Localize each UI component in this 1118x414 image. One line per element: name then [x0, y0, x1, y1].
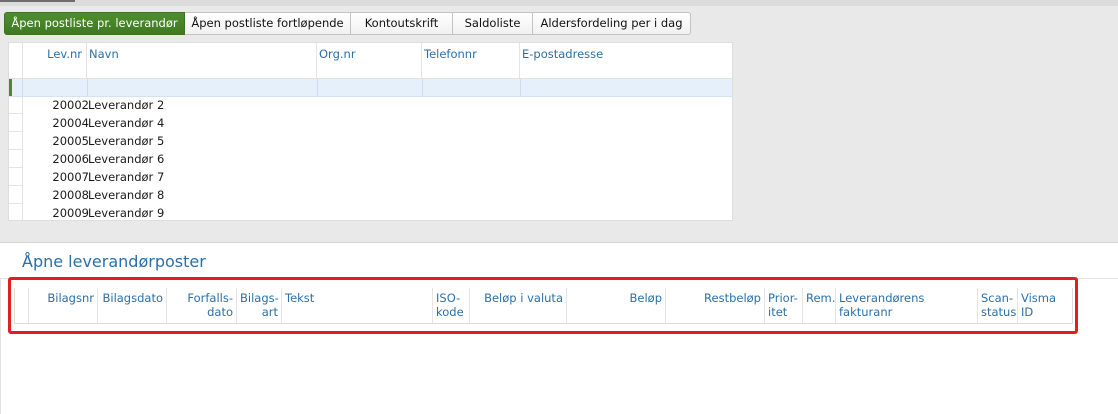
tab-open-postlist-sequential[interactable]: Åpen postliste fortløpende — [185, 12, 351, 35]
col-header-lev-fakturanr[interactable]: Leverandørens fakturanr — [836, 288, 978, 323]
cell-navn: Leverandør 9 — [88, 206, 165, 220]
row-indicator — [9, 132, 22, 150]
filter-divider — [87, 79, 88, 96]
table-row[interactable]: 20005 Leverandør 5 — [9, 132, 732, 150]
col-header-bilagsdato[interactable]: Bilagsdato — [98, 288, 167, 323]
row-indicator — [9, 114, 22, 132]
cell-levnr: 20007 — [52, 170, 89, 184]
filter-divider — [422, 79, 423, 96]
row-indicator — [9, 150, 22, 168]
col-header-bilagsnr[interactable]: Bilagsnr — [29, 288, 98, 323]
col-header-telefonnr[interactable]: Telefonnr — [422, 43, 520, 78]
panel-left-border — [0, 279, 1, 414]
supplier-grid-header: Lev.nr Navn Org.nr Telefonnr E-postadres… — [9, 43, 732, 79]
cell-levnr: 20002 — [52, 98, 89, 112]
tab-aging-today[interactable]: Aldersfordeling per i dag — [533, 12, 691, 35]
filter-divider — [520, 79, 521, 96]
cell-levnr: 20005 — [52, 134, 89, 148]
row-indicator — [9, 204, 22, 220]
cell-navn: Leverandør 6 — [88, 152, 165, 166]
col-header-epost[interactable]: E-postadresse — [520, 43, 732, 78]
supplier-entries-panel: Åpne leverandørposter Bilagsnr Bilagsdat… — [0, 242, 1118, 414]
cell-levnr: 20009 — [52, 206, 89, 220]
report-tabs: Åpen postliste pr. leverandør Åpen postl… — [4, 12, 691, 35]
cell-navn: Leverandør 4 — [88, 116, 165, 130]
table-row[interactable]: 20008 Leverandør 8 — [9, 186, 732, 204]
entries-grid-header: Bilagsnr Bilagsdato Forfalls- dato Bilag… — [14, 288, 1073, 324]
col-header-restbelop[interactable]: Restbeløp — [666, 288, 765, 323]
cell-navn: Leverandør 5 — [88, 134, 165, 148]
window-top-strip — [0, 0, 1118, 6]
table-row[interactable]: 20002 Leverandør 2 — [9, 96, 732, 114]
cell-navn: Leverandør 8 — [88, 188, 165, 202]
cell-levnr: 20006 — [52, 152, 89, 166]
col-header-indicator — [15, 288, 29, 323]
tab-open-postlist-per-supplier[interactable]: Åpen postliste pr. leverandør — [4, 12, 185, 35]
col-header-tekst[interactable]: Tekst — [282, 288, 433, 323]
row-indicator — [9, 168, 22, 186]
supplier-grid: Lev.nr Navn Org.nr Telefonnr E-postadres… — [8, 42, 733, 221]
cell-levnr: 20008 — [52, 188, 89, 202]
col-header-orgnr[interactable]: Org.nr — [317, 43, 422, 78]
col-header-visma-id[interactable]: Visma ID — [1018, 288, 1072, 323]
top-strip-indicator — [0, 0, 75, 2]
tab-account-statement[interactable]: Kontoutskrift — [351, 12, 453, 35]
table-row[interactable]: 20004 Leverandør 4 — [9, 114, 732, 132]
cell-navn: Leverandør 7 — [88, 170, 165, 184]
col-header-scanstatus[interactable]: Scan- status — [978, 288, 1018, 323]
col-header-belop[interactable]: Beløp — [567, 288, 666, 323]
panel-title: Åpne leverandørposter — [22, 252, 206, 271]
row-indicator — [9, 96, 22, 114]
col-header-bilagsart[interactable]: Bilags- art — [237, 288, 282, 323]
table-row[interactable]: 20009 Leverandør 9 — [9, 204, 732, 220]
table-row[interactable]: 20006 Leverandør 6 — [9, 150, 732, 168]
table-row[interactable]: 20007 Leverandør 7 — [9, 168, 732, 186]
col-header-navn[interactable]: Navn — [87, 43, 317, 78]
col-header-forfallsdato[interactable]: Forfalls- dato — [167, 288, 237, 323]
filter-divider — [317, 79, 318, 96]
title-divider — [0, 278, 1118, 279]
col-header-levnr[interactable]: Lev.nr — [23, 43, 87, 78]
filter-row[interactable] — [9, 79, 732, 97]
row-indicator — [9, 186, 22, 204]
col-header-rem[interactable]: Rem. — [803, 288, 836, 323]
cell-navn: Leverandør 2 — [88, 98, 165, 112]
filter-divider — [22, 79, 23, 96]
cell-levnr: 20004 — [52, 116, 89, 130]
col-header-prioritet[interactable]: Prior- itet — [765, 288, 803, 323]
tab-balance-list[interactable]: Saldoliste — [453, 12, 533, 35]
current-row-marker — [9, 79, 12, 96]
col-header-belop-valuta[interactable]: Beløp i valuta — [470, 288, 567, 323]
col-header-isokode[interactable]: ISO- kode — [433, 288, 470, 323]
